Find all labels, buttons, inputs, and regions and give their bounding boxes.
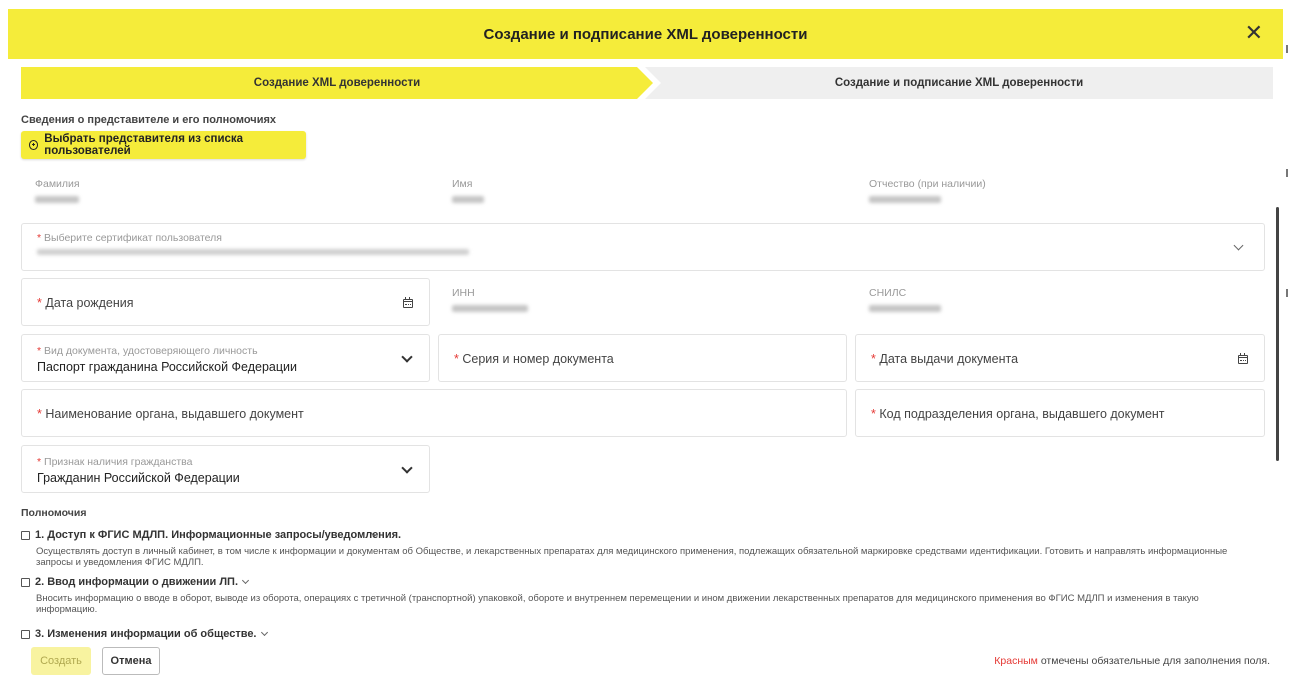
citizenship-label-text: Признак наличия гражданства <box>44 456 193 468</box>
surname-value-blurred <box>35 196 79 203</box>
step-create-label: Создание XML доверенности <box>253 77 421 89</box>
create-button-label: Создать <box>40 655 82 667</box>
permission-3-title-text: 3. Изменения информации об обществе. <box>35 628 257 640</box>
calendar-icon[interactable] <box>403 297 413 308</box>
issuer-code-placeholder: * Код подразделения органа, выдавшего до… <box>871 407 1165 421</box>
birth-date-placeholder: * Дата рождения <box>37 296 134 310</box>
permission-1-description: Осуществлять доступ в личный кабинет, в … <box>36 546 1228 568</box>
required-mark: * <box>37 456 42 468</box>
chevron-down-icon[interactable] <box>260 628 269 637</box>
patronymic-label: Отчество (при наличии) <box>869 178 986 190</box>
issuer-code-placeholder-text: Код подразделения органа, выдавшего доку… <box>879 407 1165 421</box>
birth-date-placeholder-text: Дата рождения <box>45 296 134 310</box>
required-mark: * <box>37 407 42 421</box>
select-representative-label: Выбрать представителя из списка пользова… <box>44 133 244 157</box>
chevron-down-icon <box>401 351 413 363</box>
document-type-label: * Вид документа, удостоверяющего личност… <box>37 345 258 357</box>
certificate-value-blurred <box>37 249 469 255</box>
dialog-title: Создание и подписание XML доверенности <box>483 25 808 43</box>
citizenship-label: * Признак наличия гражданства <box>37 456 192 468</box>
permissions-title: Полномочия <box>21 507 87 519</box>
cancel-button-label: Отмена <box>110 655 152 667</box>
name-label: Имя <box>452 178 473 190</box>
citizenship-select[interactable]: * Признак наличия гражданства Гражданин … <box>21 445 430 493</box>
permission-2-checkbox[interactable] <box>21 578 30 587</box>
permission-3-checkbox[interactable] <box>21 630 30 639</box>
permission-1-title[interactable]: 1. Доступ к ФГИС МДЛП. Информационные за… <box>35 529 401 541</box>
step-create[interactable]: Создание XML доверенности <box>21 67 653 99</box>
document-series-placeholder-text: Серия и номер документа <box>462 352 614 366</box>
document-series-placeholder: * Серия и номер документа <box>454 352 614 366</box>
required-fields-note: Красным отмечены обязательные для заполн… <box>994 655 1270 667</box>
representative-section-title: Сведения о представителе и его полномочи… <box>21 114 276 126</box>
permission-1-title-text: 1. Доступ к ФГИС МДЛП. Информационные за… <box>35 529 402 541</box>
citizenship-value: Гражданин Российской Федерации <box>37 471 240 485</box>
required-mark: * <box>37 296 42 310</box>
permission-2-title[interactable]: 2. Ввод информации о движении ЛП. <box>35 576 238 588</box>
required-mark: * <box>37 345 42 357</box>
dialog-header: Создание и подписание XML доверенности ✕ <box>8 9 1283 59</box>
document-type-label-text: Вид документа, удостоверяющего личность <box>44 345 258 357</box>
add-circle-icon <box>29 140 39 150</box>
surname-label: Фамилия <box>35 178 80 190</box>
required-mark: * <box>871 352 876 366</box>
required-mark: * <box>37 232 42 244</box>
issuer-code-field[interactable]: * Код подразделения органа, выдавшего до… <box>855 389 1265 437</box>
required-mark: * <box>454 352 459 366</box>
name-value-blurred <box>452 196 484 203</box>
select-representative-button[interactable]: Выбрать представителя из списка пользова… <box>21 131 306 159</box>
birth-date-field[interactable]: * Дата рождения <box>21 278 430 326</box>
chevron-down-icon[interactable] <box>241 576 250 585</box>
issuer-placeholder: * Наименование органа, выдавшего докумен… <box>37 407 304 421</box>
edge-marker <box>1286 45 1288 53</box>
issuer-field[interactable]: * Наименование органа, выдавшего докумен… <box>21 389 847 437</box>
inn-label: ИНН <box>452 287 475 299</box>
document-series-field[interactable]: * Серия и номер документа <box>438 334 847 382</box>
required-note-rest: отмечены обязательные для заполнения пол… <box>1037 655 1270 667</box>
edge-marker <box>1286 289 1288 297</box>
certificate-select[interactable]: * Выберите сертификат пользователя <box>21 223 1265 271</box>
permission-2-description: Вносить информацию о вводе в оборот, выв… <box>36 593 1199 615</box>
certificate-label: * Выберите сертификат пользователя <box>37 232 222 244</box>
snils-value-blurred <box>869 305 941 312</box>
required-note-red: Красным <box>994 655 1038 667</box>
close-icon[interactable]: ✕ <box>1245 22 1263 44</box>
document-issue-date-placeholder-text: Дата выдачи документа <box>879 352 1019 366</box>
step-create-sign-label: Создание и подписание XML доверенности <box>834 77 1084 89</box>
permission-2-title-text: 2. Ввод информации о движении ЛП. <box>35 576 238 588</box>
document-issue-date-placeholder: * Дата выдачи документа <box>871 352 1018 366</box>
step-create-sign[interactable]: Создание и подписание XML доверенности <box>645 67 1273 99</box>
scrollbar[interactable] <box>1276 207 1279 461</box>
inn-value-blurred <box>452 305 528 312</box>
snils-label: СНИЛС <box>869 287 907 299</box>
document-type-value: Паспорт гражданина Российской Федерации <box>37 360 297 374</box>
document-type-select[interactable]: * Вид документа, удостоверяющего личност… <box>21 334 430 382</box>
certificate-label-text: Выберите сертификат пользователя <box>44 232 222 244</box>
chevron-down-icon <box>401 462 413 474</box>
permission-3-title[interactable]: 3. Изменения информации об обществе. <box>35 628 257 640</box>
patronymic-value-blurred <box>869 196 941 203</box>
chevron-down-icon <box>1233 240 1244 251</box>
edge-marker <box>1286 169 1288 177</box>
issuer-placeholder-text: Наименование органа, выдавшего документ <box>45 407 304 421</box>
permission-1-checkbox[interactable] <box>21 531 30 540</box>
stepper: Создание XML доверенности Создание и под… <box>21 67 1273 99</box>
document-issue-date-field[interactable]: * Дата выдачи документа <box>855 334 1265 382</box>
required-mark: * <box>871 407 876 421</box>
calendar-icon[interactable] <box>1238 353 1248 364</box>
